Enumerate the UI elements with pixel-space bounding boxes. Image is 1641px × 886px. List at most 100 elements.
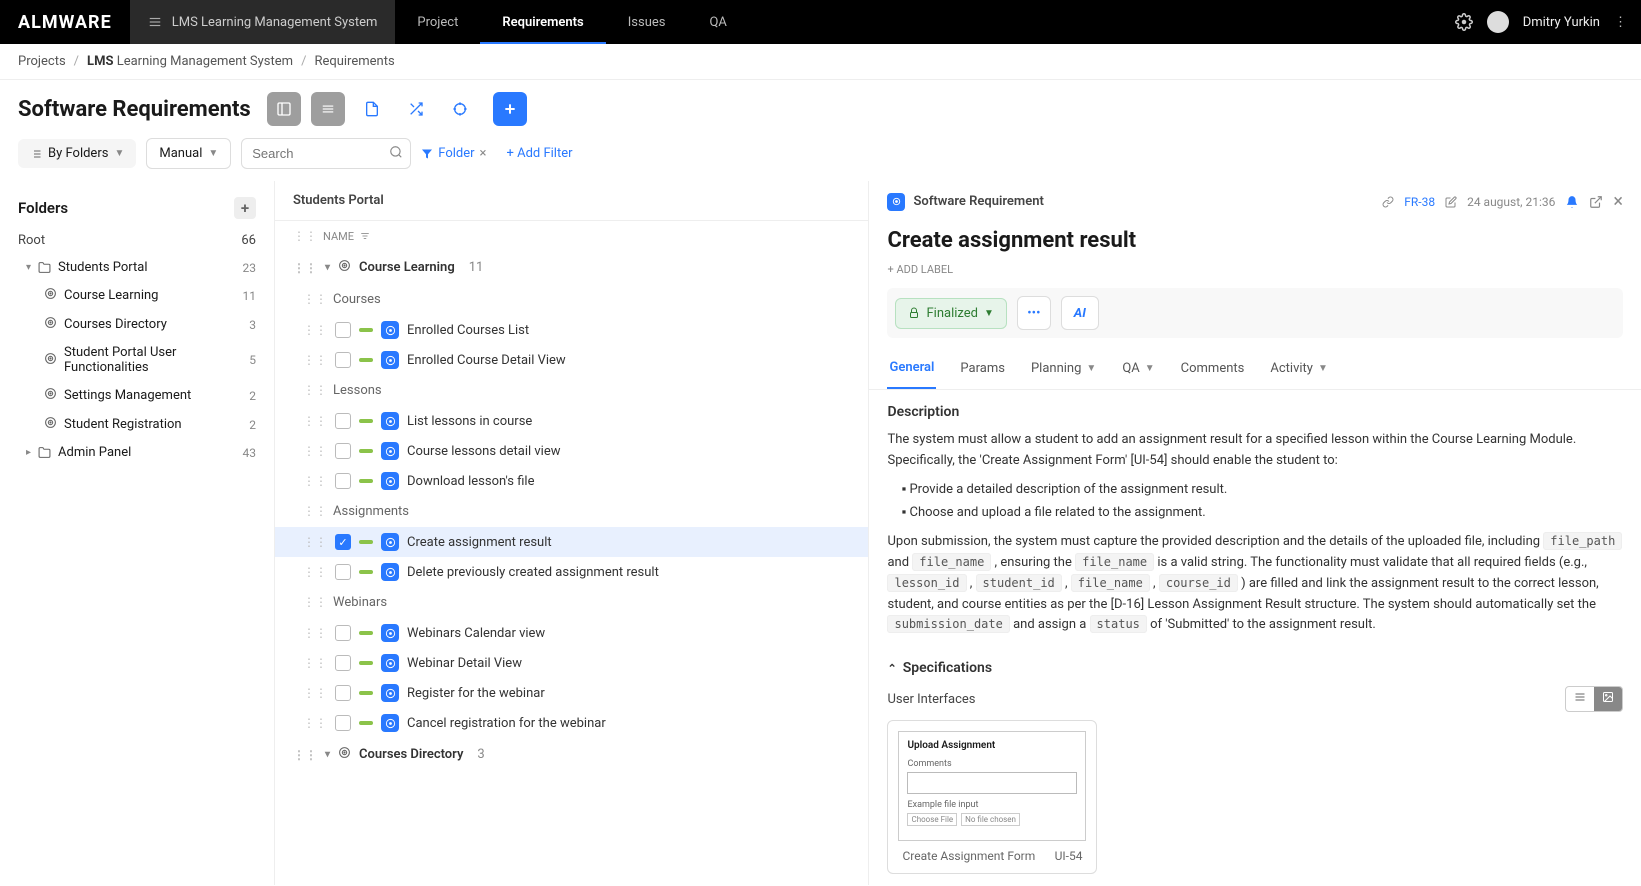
search-input[interactable] — [241, 138, 411, 169]
close-icon[interactable]: × — [1613, 191, 1623, 212]
drag-handle[interactable]: ⋮⋮ — [303, 716, 327, 730]
drag-handle[interactable]: ⋮⋮ — [303, 414, 327, 428]
tab-params[interactable]: Params — [958, 348, 1007, 389]
requirement-row[interactable]: ⋮⋮Webinars Calendar view — [275, 618, 868, 648]
requirement-id[interactable]: FR-38 — [1404, 195, 1435, 209]
status-pill[interactable]: Finalized ▼ — [895, 298, 1006, 329]
checkbox[interactable] — [335, 655, 351, 671]
tab-planning[interactable]: Planning ▼ — [1029, 348, 1098, 389]
ui-thumb-card[interactable]: Upload Assignment Comments Example file … — [887, 720, 1097, 874]
nav-qa[interactable]: QA — [687, 0, 748, 44]
avatar[interactable] — [1487, 11, 1509, 33]
more-icon[interactable]: ⋮ — [1614, 15, 1627, 30]
drag-handle[interactable]: ⋮⋮ — [303, 323, 327, 337]
drag-handle[interactable]: ⋮⋮ — [303, 656, 327, 670]
breadcrumb-item[interactable]: LMS Learning Management System — [87, 54, 293, 69]
target-button[interactable] — [443, 92, 477, 126]
drag-handle[interactable]: ⋮⋮ — [303, 353, 327, 367]
checkbox[interactable] — [335, 685, 351, 701]
export-button[interactable] — [355, 92, 389, 126]
layout-list-button[interactable] — [311, 92, 345, 126]
requirement-row[interactable]: ⋮⋮Delete previously created assignment r… — [275, 557, 868, 587]
group-filter[interactable]: By Folders ▼ — [18, 139, 136, 168]
checkbox[interactable]: ✓ — [335, 534, 351, 550]
subgroup-row[interactable]: ⋮⋮Lessons — [275, 375, 868, 406]
requirement-row[interactable]: ⋮⋮Enrolled Course Detail View — [275, 345, 868, 375]
gear-icon — [44, 352, 57, 369]
ai-button[interactable]: AI — [1061, 296, 1099, 330]
breadcrumb-item[interactable]: Requirements — [314, 54, 394, 69]
drag-handle[interactable]: ⋮⋮ — [303, 474, 327, 488]
tab-activity[interactable]: Activity ▼ — [1268, 348, 1329, 389]
requirement-row[interactable]: ⋮⋮List lessons in course — [275, 406, 868, 436]
filter-icon — [421, 148, 433, 160]
requirement-row[interactable]: ⋮⋮Webinar Detail View — [275, 648, 868, 678]
drag-handle[interactable]: ⋮⋮ — [303, 626, 327, 640]
add-folder-button[interactable]: + — [234, 197, 256, 219]
requirement-row[interactable]: ⋮⋮Register for the webinar — [275, 678, 868, 708]
nav-issues[interactable]: Issues — [606, 0, 688, 44]
requirement-row[interactable]: ⋮⋮ Cancel registration for the webinar — [275, 708, 868, 738]
subgroup-row[interactable]: ⋮⋮Assignments — [275, 496, 868, 527]
checkbox[interactable] — [335, 322, 351, 338]
add-filter[interactable]: + Add Filter — [506, 146, 572, 161]
nav-project[interactable]: Project — [395, 0, 480, 44]
requirement-row[interactable]: ⋮⋮Enrolled Courses List — [275, 315, 868, 345]
requirement-name: Download lesson's file — [407, 474, 534, 489]
folder-item[interactable]: ▸Admin Panel43 — [0, 439, 274, 466]
folder-subitem[interactable]: Settings Management2 — [0, 381, 274, 410]
more-actions[interactable]: ••• — [1017, 296, 1051, 330]
folder-item[interactable]: ▾Students Portal23 — [0, 254, 274, 281]
subgroup-row[interactable]: ⋮⋮Courses — [275, 284, 868, 315]
tab-general[interactable]: General — [887, 348, 936, 389]
checkbox[interactable] — [335, 625, 351, 641]
view-list[interactable] — [1566, 687, 1594, 711]
sort-filter[interactable]: Manual ▼ — [146, 138, 231, 169]
checkbox[interactable] — [335, 715, 351, 731]
link-icon[interactable] — [1382, 196, 1394, 208]
checkbox[interactable] — [335, 564, 351, 580]
specifications-heading[interactable]: ⌃ Specifications — [887, 660, 1623, 676]
folder-subitem[interactable]: Student Registration2 — [0, 410, 274, 439]
requirement-row[interactable]: ⋮⋮ Download lesson's file — [275, 466, 868, 496]
folder-subitem[interactable]: Course Learning11 — [0, 281, 274, 310]
requirement-icon — [381, 563, 399, 581]
group-row[interactable]: ⋮⋮▾Course Learning11 — [275, 251, 868, 284]
folder-subitem[interactable]: Student Portal User Functionalities5 — [0, 339, 274, 381]
gear-icon — [44, 416, 57, 433]
drag-handle[interactable]: ⋮⋮ — [303, 535, 327, 549]
subgroup-row[interactable]: ⋮⋮Webinars — [275, 587, 868, 618]
requirement-row[interactable]: ⋮⋮✓Create assignment result — [275, 527, 868, 557]
view-toggle — [1565, 686, 1623, 712]
clear-icon[interactable]: × — [480, 146, 487, 161]
nav-requirements[interactable]: Requirements — [480, 0, 605, 44]
checkbox[interactable] — [335, 352, 351, 368]
add-button[interactable] — [493, 92, 527, 126]
shuffle-button[interactable] — [399, 92, 433, 126]
drag-handle[interactable]: ⋮⋮ — [303, 686, 327, 700]
name-column-header[interactable]: ⋮⋮ NAME — [275, 221, 868, 251]
bell-icon[interactable] — [1565, 195, 1579, 209]
folder-filter[interactable]: Folder × — [421, 146, 486, 161]
folder-subitem[interactable]: Courses Directory3 — [0, 310, 274, 339]
tab-comments[interactable]: Comments — [1179, 348, 1247, 389]
breadcrumb-item[interactable]: Projects — [18, 54, 66, 69]
tab-qa[interactable]: QA ▼ — [1120, 348, 1156, 389]
drag-handle[interactable]: ⋮⋮ — [303, 565, 327, 579]
edit-icon[interactable] — [1445, 196, 1457, 208]
requirement-row[interactable]: ⋮⋮Course lessons detail view — [275, 436, 868, 466]
requirement-name: Cancel registration for the webinar — [407, 716, 606, 731]
checkbox[interactable] — [335, 473, 351, 489]
drag-handle[interactable]: ⋮⋮ — [303, 444, 327, 458]
add-label[interactable]: + ADD LABEL — [869, 259, 1641, 288]
search-icon[interactable] — [389, 145, 403, 163]
gear-icon[interactable] — [1455, 13, 1473, 31]
project-selector[interactable]: LMS Learning Management System — [130, 0, 396, 44]
group-row[interactable]: ⋮⋮▾Courses Directory3 — [275, 738, 868, 771]
folder-root[interactable]: Root 66 — [0, 227, 274, 254]
checkbox[interactable] — [335, 413, 351, 429]
view-grid[interactable] — [1594, 687, 1622, 711]
checkbox[interactable] — [335, 443, 351, 459]
layout-split-button[interactable] — [267, 92, 301, 126]
open-external-icon[interactable] — [1589, 195, 1603, 209]
